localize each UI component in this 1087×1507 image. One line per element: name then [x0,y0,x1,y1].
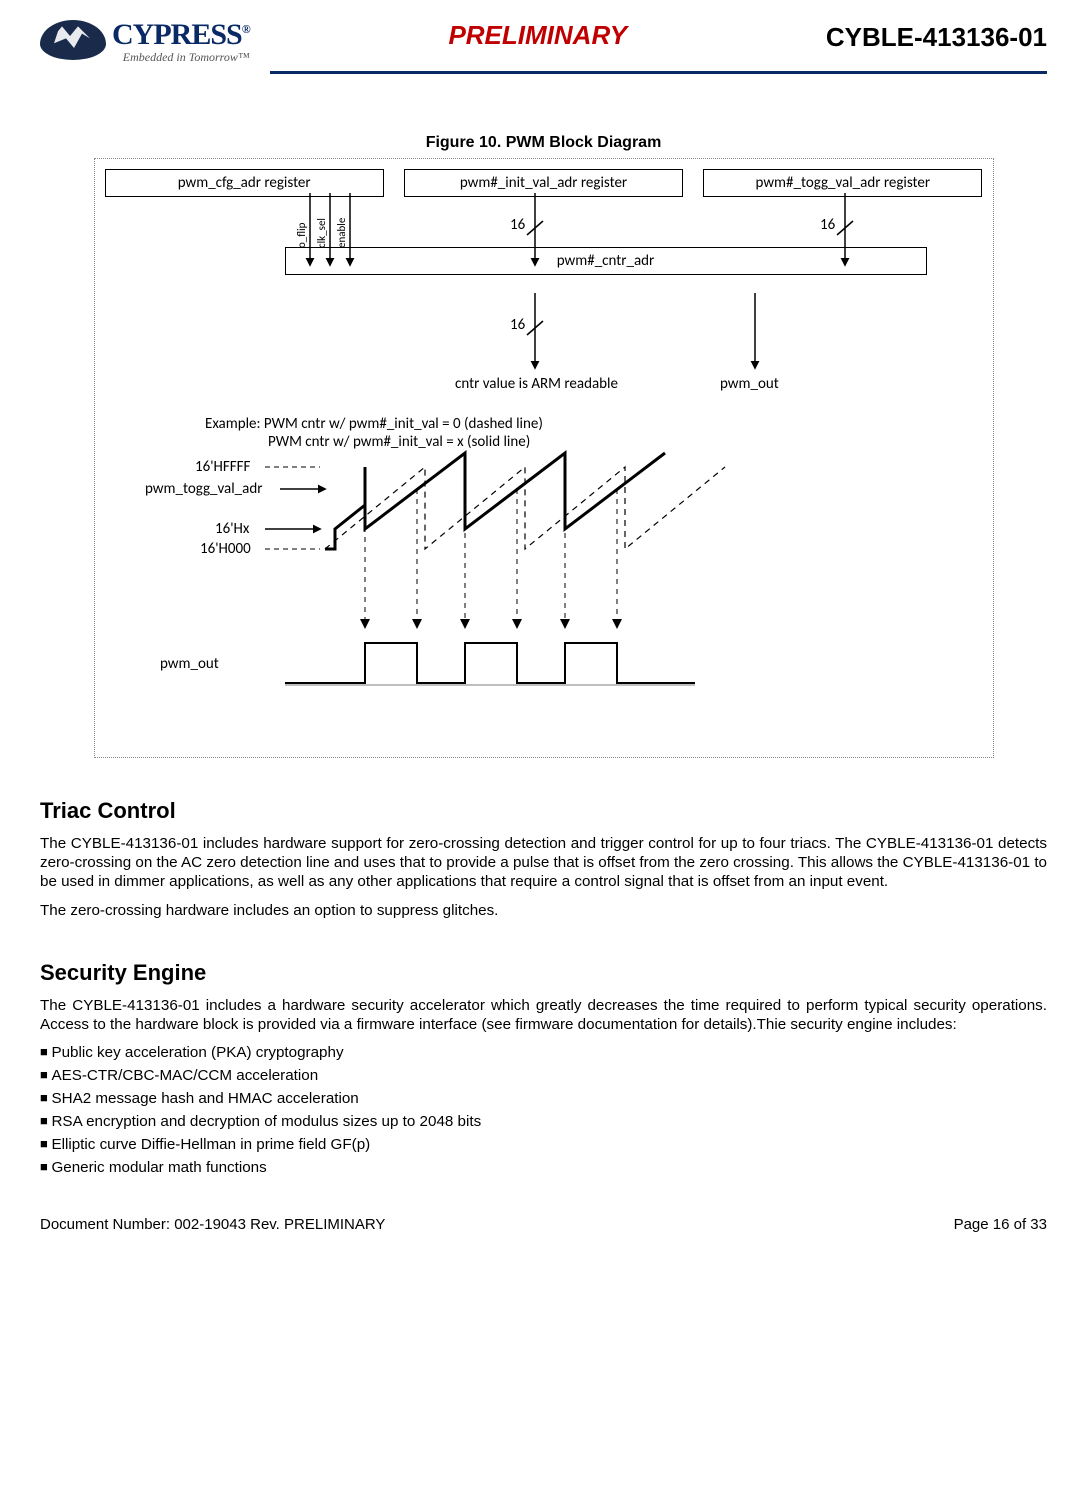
example-line-1: Example: PWM cntr w/ pwm#_init_val = 0 (… [205,415,543,433]
doc-number: Document Number: 002-19043 Rev. PRELIMIN… [40,1216,385,1233]
triac-paragraph-2: The zero-crossing hardware includes an o… [40,901,1047,920]
sig-enable: enable [335,217,348,248]
y-hx: 16'Hx [215,520,250,538]
sig-clk-sel: clk_sel [315,218,328,248]
list-item: Generic modular math functions [40,1159,1047,1176]
example-line-2: PWM cntr w/ pwm#_init_val = x (solid lin… [268,433,530,451]
security-bullet-list: Public key acceleration (PKA) cryptograp… [40,1044,1047,1176]
heading-triac-control: Triac Control [40,798,1047,824]
heading-security-engine: Security Engine [40,960,1047,986]
cntr-readable: cntr value is ARM readable [455,375,618,393]
logo-tagline: Embedded in Tomorrow™ [123,50,250,65]
pwm-block-diagram: pwm_cfg_adr register pwm#_init_val_adr r… [94,158,994,758]
y-h000: 16'H000 [200,540,251,558]
security-paragraph-1: The CYBLE-413136-01 includes a hardware … [40,996,1047,1034]
bus-width-b: 16 [820,216,836,234]
y-togg: pwm_togg_val_adr [145,480,262,498]
logo-text: CYPRESS® [112,20,250,50]
list-item: AES-CTR/CBC-MAC/CCM acceleration [40,1067,1047,1084]
list-item: Elliptic curve Diffie-Hellman in prime f… [40,1136,1047,1153]
page-header: CYPRESS® Embedded in Tomorrow™ PRELIMINA… [40,20,1047,65]
list-item: RSA encryption and decryption of modulus… [40,1113,1047,1130]
list-item: Public key acceleration (PKA) cryptograp… [40,1044,1047,1061]
page-footer: Document Number: 002-19043 Rev. PRELIMIN… [40,1216,1047,1233]
list-item: SHA2 message hash and HMAC acceleration [40,1090,1047,1107]
y-ffff: 16'HFFFF [195,458,251,476]
diagram-svg: o_flip clk_sel enable 16 16 16 cntr valu… [105,193,985,753]
bus-width-c: 16 [510,316,526,334]
page-number: Page 16 of 33 [954,1216,1047,1233]
triac-paragraph-1: The CYBLE-413136-01 includes hardware su… [40,834,1047,891]
company-logo: CYPRESS® Embedded in Tomorrow™ [40,20,250,65]
pwm-out-signal: pwm_out [720,375,779,393]
sig-o-flip: o_flip [295,222,308,248]
logo-mark-icon [40,20,106,60]
part-number: CYBLE-413136-01 [826,20,1047,53]
figure-caption: Figure 10. PWM Block Diagram [40,134,1047,152]
doc-status: PRELIMINARY [250,20,826,48]
bus-width-a: 16 [510,216,526,234]
pwm-out-axis-label: pwm_out [160,655,219,673]
header-rule [270,71,1047,74]
